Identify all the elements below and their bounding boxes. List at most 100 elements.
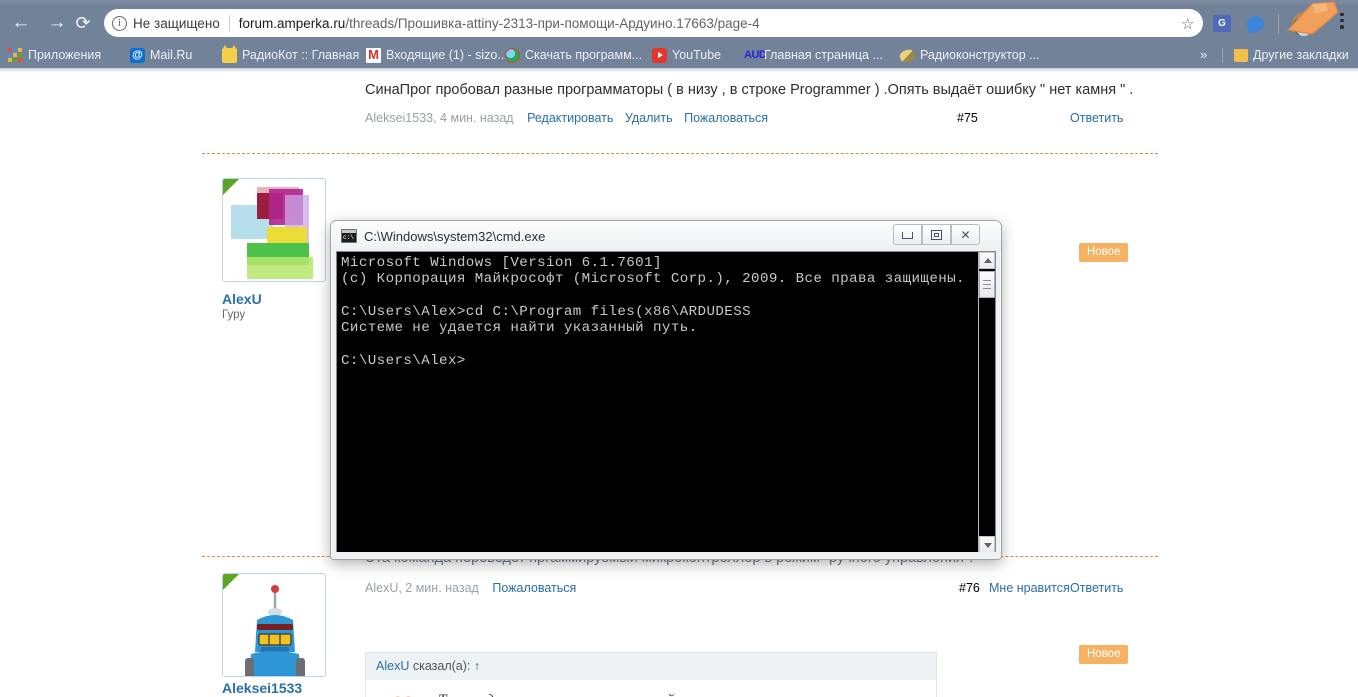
bookmark-radiokot[interactable]: РадиоКот :: Главная [222, 44, 360, 65]
quote-text: Теперь для простоты можно перейти в этот… [438, 692, 922, 697]
cmd-window-footer [331, 552, 1001, 559]
post-author-name[interactable]: Aleksei1533 [222, 680, 302, 696]
extension-icon[interactable] [1245, 14, 1266, 34]
console-line: Системе не удается найти указанный путь. [341, 320, 698, 337]
new-post-flag-icon [223, 574, 239, 590]
bookmark-radiokonstruktor[interactable]: Радиоконструктор ... [898, 45, 1040, 65]
bookmark-other-bookmarks[interactable]: Другие закладки [1234, 45, 1349, 65]
post-divider [202, 153, 1158, 154]
url-host: forum.amperka.ru [238, 15, 346, 31]
reply-link[interactable]: Ответить [1070, 581, 1123, 595]
security-status-label: Не защищено [133, 15, 220, 31]
close-button[interactable]: ✕ [951, 224, 980, 245]
quote-header: AlexU сказал(а): ↑ [365, 652, 937, 680]
minimize-icon [902, 232, 913, 239]
post-author-name[interactable]: AlexU [222, 291, 262, 307]
minimize-button[interactable] [893, 224, 922, 245]
bookmark-label: Главная страница ... [764, 48, 883, 62]
gmail-icon: M [366, 47, 381, 63]
bookmarks-overflow-button[interactable]: » [1200, 47, 1207, 62]
toolbar-divider [1278, 14, 1279, 34]
bookmark-label: РадиоКот :: Главная [242, 48, 360, 62]
bookmark-label: Скачать программ... [525, 48, 643, 62]
scrollbar-track[interactable] [979, 269, 995, 536]
page-content: СинаПрог пробовал разные программаторы (… [0, 68, 1358, 697]
site-info-icon[interactable]: i [112, 15, 127, 31]
cmd-scrollbar[interactable] [978, 252, 995, 553]
url-path: /threads/Прошивка-attiny-2313-при-помощи… [345, 15, 760, 31]
like-link[interactable]: Мне нравится [989, 581, 1070, 595]
bookmark-apps[interactable]: Приложения [8, 45, 101, 65]
quote-header-text: сказал(а): [412, 659, 471, 673]
bookmark-label: Другие закладки [1253, 48, 1349, 62]
bookmark-star-icon[interactable]: ☆ [1181, 15, 1194, 33]
maximize-icon [931, 230, 942, 240]
bookmark-label: YouTube [672, 48, 722, 62]
bender-robot-avatar[interactable] [222, 573, 326, 677]
quote-author-link[interactable]: AlexU [376, 659, 409, 673]
translate-icon[interactable]: G [1213, 15, 1231, 32]
profile-avatar[interactable] [1292, 12, 1316, 36]
status-badge: Новое [1079, 243, 1129, 262]
tab-strip [0, 0, 1358, 4]
status-badge: Новое [1079, 645, 1129, 664]
quote-jump-arrow[interactable]: ↑ [474, 659, 480, 673]
address-bar[interactable]: i Не защищено forum.amperka.ru/threads/П… [104, 9, 1203, 37]
scroll-thumb[interactable] [979, 271, 995, 298]
back-button[interactable]: ← [6, 8, 36, 38]
quote-body: ❝ Теперь для простоты можно перейти в эт… [365, 680, 937, 697]
alexu-abstract-avatar[interactable] [222, 178, 326, 282]
folder-icon [1234, 48, 1248, 62]
console-line: (c) Корпорация Майкрософт (Microsoft Cor… [341, 271, 965, 288]
cmd-titlebar[interactable]: C:\Windows\system32\cmd.exe ✕ [331, 221, 1001, 251]
post-number: #76 [959, 581, 980, 595]
radiokot-cat-icon [222, 44, 237, 63]
bookmark-download[interactable]: Скачать программ... [505, 45, 642, 65]
console-prompt-line: C:\Users\Alex> [341, 352, 466, 369]
post-author-time: Aleksei1533, 4 мин. назад [365, 111, 514, 125]
report-link[interactable]: Пожаловаться [684, 111, 768, 125]
reply-link[interactable]: Ответить [1070, 111, 1123, 125]
apps-grid-icon [8, 47, 23, 63]
reload-button[interactable]: ⟳ [68, 8, 98, 38]
console-line: Microsoft Windows [Version 6.1.7601] [341, 255, 662, 271]
bookmark-youtube[interactable]: YouTube [652, 45, 721, 65]
post-meta-row: Aleksei1533, 4 мин. назад Редактировать … [365, 111, 768, 125]
scroll-up-arrow[interactable] [979, 252, 995, 269]
quote-block: AlexU сказал(а): ↑ ❝ Теперь для простоты… [365, 652, 937, 697]
bookmark-gmail[interactable]: M Входящие (1) - sizo... [366, 45, 508, 65]
post-body: СинаПрог пробовал разные программаторы (… [365, 82, 1134, 98]
chrome-menu-button[interactable] [1334, 13, 1350, 32]
post-author-time: AlexU, 2 мин. назад [365, 581, 479, 595]
scroll-down-arrow[interactable] [979, 536, 995, 553]
bookmarks-bar: Приложения @ Mail.Ru РадиоКот :: Главная… [0, 42, 1358, 68]
post-author-title: Гуру [222, 309, 246, 321]
cmd-console-output[interactable]: Microsoft Windows [Version 6.1.7601] (c)… [337, 252, 978, 553]
delete-link[interactable]: Удалить [625, 111, 673, 125]
cmd-client-area: Microsoft Windows [Version 6.1.7601] (c)… [336, 251, 996, 554]
cmd-console-icon [341, 229, 357, 243]
youtube-icon [652, 47, 667, 63]
bookmark-mailru[interactable]: @ Mail.Ru [130, 45, 192, 65]
console-line: C:\Users\Alex>cd C:\Program files(x86\AR… [341, 303, 752, 320]
new-post-flag-icon [223, 179, 239, 195]
report-link[interactable]: Пожаловаться [492, 581, 576, 595]
aud-icon: AUD [744, 48, 767, 61]
bookmark-aud[interactable]: AUD Главная страница ... [744, 45, 883, 65]
url-text: forum.amperka.ru/threads/Прошивка-attiny… [239, 16, 1193, 31]
bookmark-label: Приложения [28, 48, 102, 62]
cmd-window[interactable]: C:\Windows\system32\cmd.exe ✕ Microsoft … [330, 220, 1002, 560]
navigation-bar: ← → ⟳ i Не защищено forum.amperka.ru/thr… [0, 1, 1358, 40]
cmd-window-title: C:\Windows\system32\cmd.exe [364, 228, 546, 244]
browser-chrome: ← → ⟳ i Не защищено forum.amperka.ru/thr… [0, 0, 1358, 68]
bookmark-label: Входящие (1) - sizo... [386, 48, 508, 62]
post-meta-row: AlexU, 2 мин. назад Пожаловаться [365, 581, 576, 595]
globe-icon [505, 47, 520, 63]
post-number: #75 [957, 111, 978, 125]
bookmark-label: Радиоконструктор ... [920, 48, 1040, 62]
maximize-button[interactable] [922, 224, 951, 245]
edit-link[interactable]: Редактировать [527, 111, 613, 125]
disc-icon [898, 47, 917, 65]
bookmarks-divider [1222, 48, 1223, 63]
